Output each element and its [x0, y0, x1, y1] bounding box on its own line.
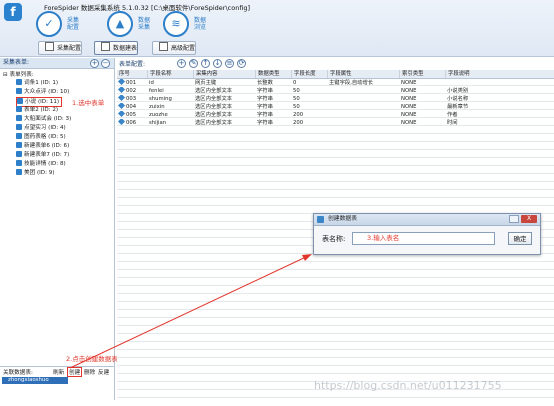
dialog-titlebar[interactable]: 创建数据表 X	[314, 214, 540, 226]
table-name-input[interactable]: 3.输入表名	[352, 232, 495, 245]
dialog-title: 创建数据表	[328, 216, 357, 222]
create-table-dialog: 创建数据表 X 表名称: 3.输入表名 确定	[313, 213, 541, 255]
dialog-app-icon	[317, 216, 324, 223]
arrow-head	[302, 254, 312, 261]
table-name-label: 表名称:	[322, 235, 346, 243]
dialog-minimize-button[interactable]	[509, 215, 519, 223]
arrow-line	[69, 255, 309, 369]
annotation-arrow	[69, 254, 312, 369]
confirm-button[interactable]: 确定	[508, 232, 532, 245]
dialog-close-button[interactable]: X	[521, 215, 537, 223]
watermark: https://blog.csdn.net/u011231755	[314, 379, 502, 392]
